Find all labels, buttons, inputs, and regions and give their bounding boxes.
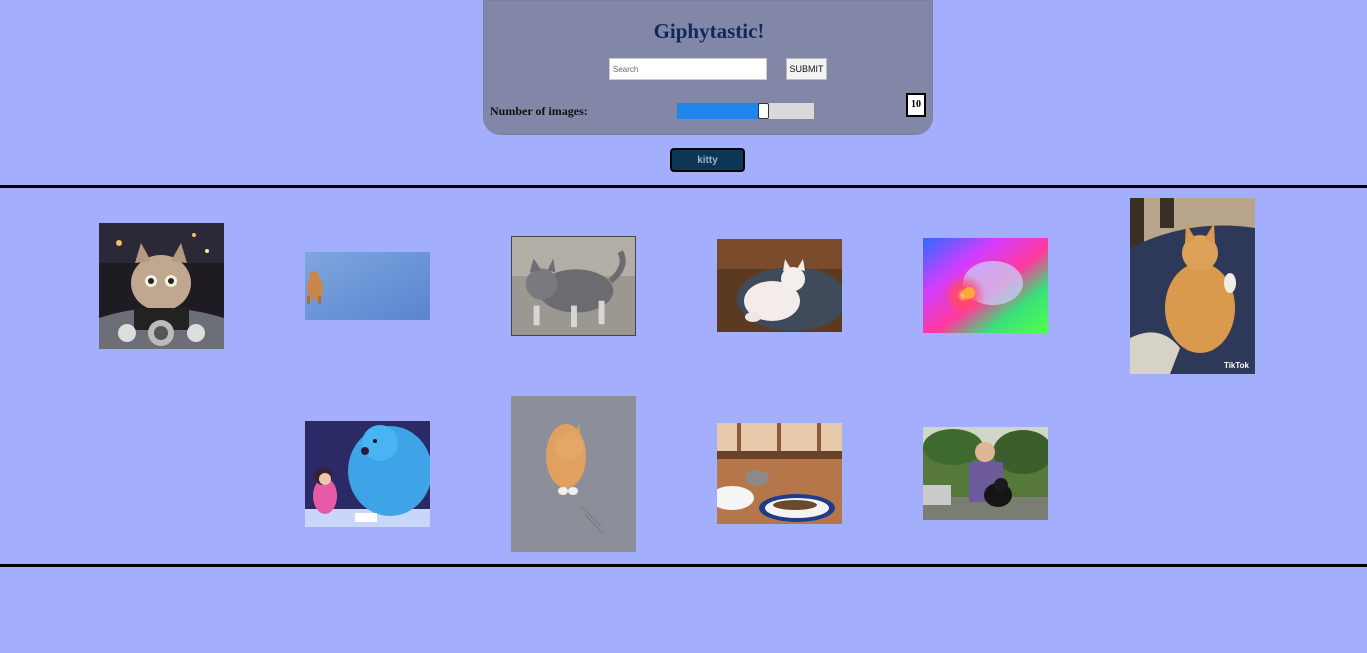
num-images-slider[interactable] [677, 103, 814, 119]
tag-button-kitty[interactable]: kitty [670, 148, 745, 172]
orange-kitten-image [511, 396, 636, 552]
gif-cat-peeking-at-fish[interactable] [717, 423, 842, 524]
submit-button[interactable]: SUBMIT [786, 58, 827, 80]
num-images-label: Number of images: [490, 104, 588, 118]
gif-boo-and-sulley[interactable] [305, 421, 430, 527]
kitten-motorcycle-image [99, 223, 224, 349]
rainbow-kitten-image [923, 238, 1048, 333]
white-kitten-image [717, 239, 842, 332]
num-images-value: 10 [906, 93, 926, 117]
search-panel: Giphytastic! SUBMIT Number of images: 10 [483, 0, 933, 135]
gif-rainbow-kitten[interactable] [923, 238, 1048, 333]
slider-thumb[interactable] [758, 103, 769, 119]
man-cat-image [923, 427, 1048, 520]
orange-cat-image [1130, 198, 1255, 374]
tiktok-watermark: TikTok [1223, 361, 1249, 370]
boo-sulley-image [305, 421, 430, 527]
slider-fill [677, 103, 764, 119]
gif-gray-kitten-hopping[interactable] [511, 236, 636, 336]
gif-man-holding-cat[interactable] [923, 427, 1048, 520]
gif-kitten-flying-sky[interactable] [305, 252, 430, 320]
gif-kitten-motorcycle[interactable] [99, 223, 224, 349]
gif-white-kitten-on-pillow[interactable] [717, 239, 842, 332]
kitten-flying-image [305, 252, 430, 320]
gray-kitten-image [512, 237, 635, 335]
bottom-divider [0, 564, 1367, 567]
search-input[interactable] [609, 58, 767, 80]
gif-orange-kitten-looking-up[interactable] [511, 396, 636, 552]
top-divider [0, 185, 1367, 188]
page-title: Giphytastic! [653, 19, 765, 43]
gif-orange-cat-on-bed[interactable]: TikTok [1130, 198, 1255, 374]
cat-fish-image [717, 423, 842, 524]
